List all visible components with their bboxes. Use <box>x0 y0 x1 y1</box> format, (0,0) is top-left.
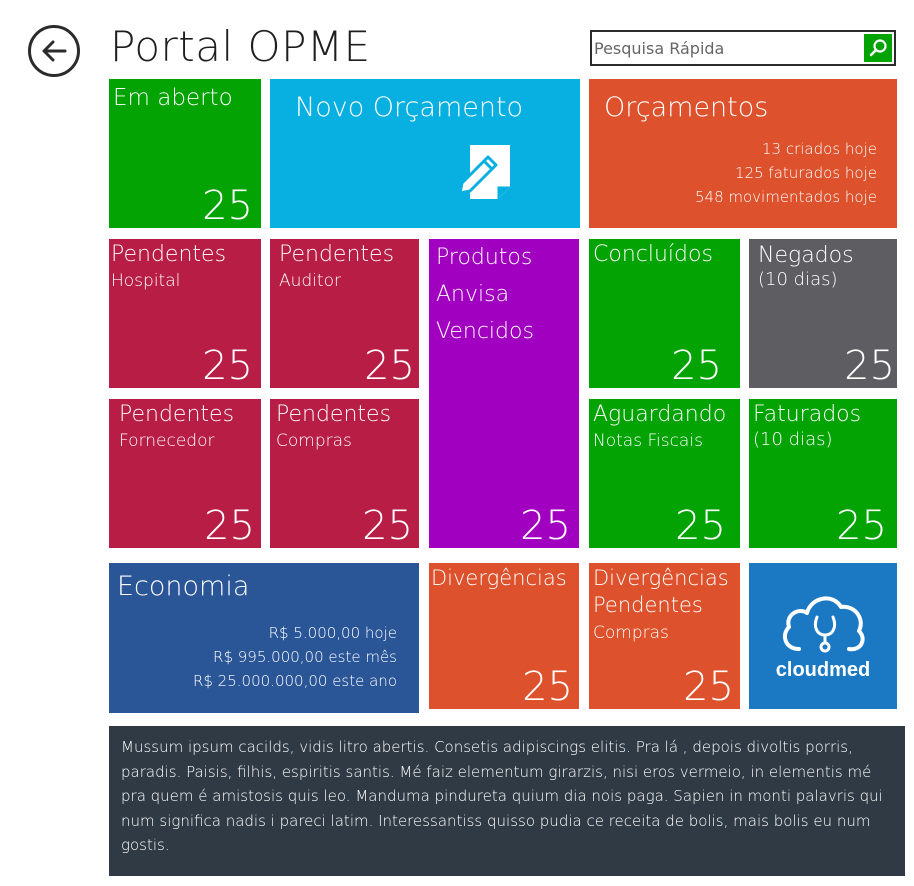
tile-stat-line: 548 movimentados hoje <box>694 188 877 206</box>
tile-novo-orcamento[interactable]: Novo Orçamento <box>270 79 580 228</box>
tile-aguardando-notas-fiscais[interactable]: Aguardando Notas Fiscais 25 <box>589 399 740 548</box>
tile-title: Pendentes <box>276 402 392 427</box>
tile-title: Pendentes <box>111 242 227 267</box>
tile-subtitle: (10 dias) <box>758 269 838 290</box>
tile-count: 25 <box>836 503 887 548</box>
tile-subtitle: Hospital <box>111 271 181 291</box>
tile-divergencias[interactable]: Divergências 25 <box>429 563 579 709</box>
cloud-stethoscope-icon <box>782 596 865 653</box>
tile-count: 25 <box>364 343 415 388</box>
edit-document-icon <box>458 145 510 199</box>
arrow-left-circle-icon <box>42 40 67 62</box>
tile-count: 25 <box>202 343 253 388</box>
tile-title-line: Vencidos <box>436 319 534 344</box>
tile-stat-line: R$ 995.000,00 este mês <box>213 648 397 666</box>
tile-title: Aguardando <box>593 402 727 427</box>
tile-faturados[interactable]: Faturados (10 dias) 25 <box>749 399 897 548</box>
tile-title: Faturados <box>753 402 862 427</box>
cloudmed-logo-text: cloudmed <box>775 659 871 681</box>
tile-subtitle: Compras <box>593 623 669 643</box>
tile-produtos-anvisa-vencidos[interactable]: Produtos Anvisa Vencidos 25 <box>429 239 579 548</box>
tile-count: 25 <box>204 503 255 548</box>
tile-stat-line: R$ 5.000,00 hoje <box>268 624 397 642</box>
tile-count: 25 <box>522 664 573 709</box>
tile-title: Novo Orçamento <box>295 92 524 123</box>
tile-subtitle: Notas Fiscais <box>593 431 703 451</box>
tile-em-aberto[interactable]: Em aberto 25 <box>109 79 261 228</box>
search-box <box>590 30 896 66</box>
tile-count: 25 <box>844 343 895 388</box>
tile-title: Pendentes <box>279 242 395 267</box>
tile-title: Em aberto <box>113 85 233 111</box>
search-input[interactable] <box>594 34 864 62</box>
tile-pendentes-hospital[interactable]: Pendentes Hospital 25 <box>109 239 261 388</box>
tile-count: 25 <box>362 503 413 548</box>
tile-title-line: Divergências <box>593 566 729 590</box>
back-button[interactable] <box>28 25 80 77</box>
tile-economia[interactable]: Economia R$ 5.000,00 hoje R$ 995.000,00 … <box>109 563 419 713</box>
tile-title-line: Produtos <box>436 245 533 270</box>
tile-stat-line: 125 faturados hoje <box>735 164 877 182</box>
tile-title-line: Anvisa <box>436 282 510 307</box>
tile-count: 25 <box>520 503 571 548</box>
tile-pendentes-auditor[interactable]: Pendentes Auditor 25 <box>270 239 419 388</box>
tile-pendentes-compras[interactable]: Pendentes Compras 25 <box>270 399 419 548</box>
tile-pendentes-fornecedor[interactable]: Pendentes Fornecedor 25 <box>109 399 261 548</box>
tile-title: Orçamentos <box>604 92 769 123</box>
tile-count: 25 <box>202 183 253 228</box>
tile-cloudmed[interactable]: cloudmed <box>749 563 897 709</box>
tile-title: Economia <box>117 571 250 602</box>
tile-count: 25 <box>675 503 726 548</box>
tile-subtitle: Fornecedor <box>119 431 215 451</box>
tile-subtitle: Compras <box>276 431 352 451</box>
tile-subtitle: Auditor <box>279 271 341 291</box>
tile-count: 25 <box>671 343 722 388</box>
tile-orcamentos[interactable]: Orçamentos 13 criados hoje 125 faturados… <box>589 79 897 228</box>
tile-stat-line: 13 criados hoje <box>762 140 877 158</box>
tile-stat-line: R$ 25.000.000,00 este ano <box>192 672 397 690</box>
tile-subtitle: (10 dias) <box>753 429 833 450</box>
tile-title: Pendentes <box>119 402 235 427</box>
page-title: Portal OPME <box>110 22 371 71</box>
tile-concluidos[interactable]: Concluídos 25 <box>589 239 740 388</box>
tile-title-line: Pendentes <box>593 593 703 617</box>
info-panel: Mussum ipsum cacilds, vidis litro aberti… <box>109 726 905 876</box>
tile-title: Negados <box>758 243 854 268</box>
search-icon <box>869 39 887 57</box>
tile-title: Concluídos <box>593 242 713 267</box>
tile-negados[interactable]: Negados (10 dias) 25 <box>749 239 897 388</box>
search-button[interactable] <box>864 34 892 62</box>
tile-title: Divergências <box>431 566 567 590</box>
tile-count: 25 <box>683 664 734 709</box>
tile-divergencias-pendentes-compras[interactable]: Divergências Pendentes Compras 25 <box>589 563 740 709</box>
